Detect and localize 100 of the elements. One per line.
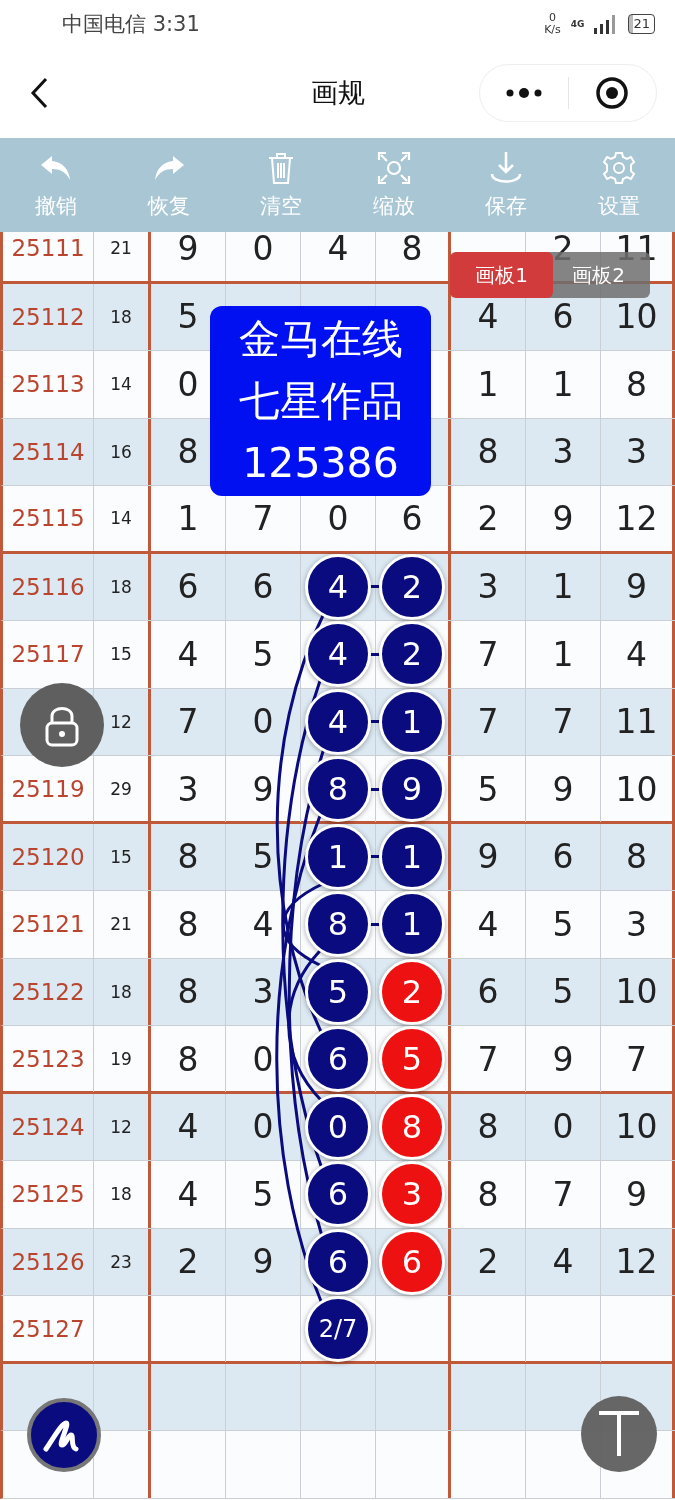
- number-cell: 3: [477, 567, 499, 607]
- number-cell: 7: [252, 498, 274, 538]
- number-ball: 6: [379, 1228, 445, 1295]
- number-cell: 0: [177, 364, 199, 404]
- number-cell: 4: [477, 297, 499, 337]
- number-cell: 3: [177, 769, 199, 809]
- number-cell: 10: [615, 297, 658, 337]
- period-number: 25117: [11, 641, 85, 668]
- number-cell: 9: [477, 837, 499, 877]
- number-cell: 2: [477, 498, 499, 538]
- banner-text: 125386: [242, 438, 399, 489]
- number-cell: 9: [177, 232, 199, 268]
- toolbar-button[interactable]: 恢复: [112, 138, 225, 232]
- number-ball: 2: [379, 621, 445, 688]
- number-cell: 6: [552, 297, 574, 337]
- number-cell: 1: [177, 498, 199, 538]
- toolbar-button[interactable]: 清空: [225, 138, 338, 232]
- period-number: 25124: [11, 1113, 85, 1140]
- period-number: 25115: [11, 505, 85, 532]
- banner-text: 金马在线: [238, 314, 403, 365]
- toolbar-button[interactable]: 保存: [450, 138, 563, 232]
- number-cell: 0: [327, 498, 349, 538]
- period-number: 25112: [11, 303, 85, 330]
- sum-value: 29: [110, 779, 132, 799]
- close-icon[interactable]: [595, 76, 630, 110]
- number-cell: 5: [177, 297, 199, 337]
- sum-value: 21: [110, 238, 132, 259]
- board-tab[interactable]: 画板1: [450, 252, 553, 298]
- number-ball: 9: [379, 756, 445, 822]
- sum-value: 14: [110, 508, 132, 529]
- number-cell: 8: [626, 837, 647, 877]
- number-cell: 8: [177, 1039, 199, 1079]
- number-cell: 9: [252, 769, 274, 809]
- number-cell: 12: [615, 1242, 658, 1282]
- number-cell: 0: [252, 1039, 274, 1079]
- number-cell: 8: [177, 837, 199, 877]
- number-cell: 2: [177, 1242, 199, 1282]
- number-cell: 8: [177, 432, 199, 472]
- number-cell: 9: [626, 1174, 647, 1214]
- sum-value: 23: [110, 1251, 132, 1272]
- sum-value: 15: [110, 846, 132, 867]
- sum-value: 18: [110, 576, 132, 597]
- number-cell: 3: [252, 972, 274, 1012]
- period-number: 25123: [11, 1046, 85, 1072]
- number-cell: 0: [252, 702, 274, 742]
- zoom-icon: [375, 150, 412, 186]
- period-number: 25114: [11, 438, 85, 465]
- toolbar-button[interactable]: 撤销: [0, 138, 113, 232]
- number-ball: 8: [379, 1093, 445, 1160]
- number-cell: 10: [615, 972, 658, 1012]
- number-cell: 7: [477, 634, 499, 674]
- number-cell: 9: [626, 567, 647, 607]
- number-ball: 5: [379, 1026, 445, 1092]
- number-cell: 4: [327, 232, 349, 268]
- toolbar-button[interactable]: 缩放: [337, 138, 450, 232]
- number-cell: 5: [252, 1174, 274, 1214]
- network-type: 4G: [570, 19, 585, 29]
- number-cell: 7: [626, 1039, 647, 1079]
- number-ball: 1: [379, 823, 445, 890]
- number-cell: 7: [552, 1174, 574, 1214]
- number-cell: 6: [252, 567, 274, 607]
- number-cell: 5: [552, 904, 574, 944]
- number-cell: 4: [177, 1107, 199, 1147]
- number-cell: 4: [252, 904, 274, 944]
- number-cell: 3: [552, 432, 574, 472]
- number-cell: 11: [615, 702, 658, 742]
- sum-value: 18: [110, 981, 132, 1002]
- t-bar-icon: [597, 1410, 641, 1458]
- number-cell: 1: [477, 364, 499, 404]
- number-ball: 3: [379, 1161, 445, 1228]
- speed-value: 0: [548, 12, 556, 24]
- number-cell: 8: [477, 432, 499, 472]
- number-cell: 8: [177, 904, 199, 944]
- sum-value: 19: [110, 1049, 132, 1069]
- number-cell: 10: [615, 1107, 658, 1147]
- number-cell: 8: [477, 1174, 499, 1214]
- number-cell: 0: [552, 1107, 574, 1147]
- number-cell: 4: [626, 634, 647, 674]
- number-cell: 4: [477, 904, 499, 944]
- number-cell: 3: [626, 432, 647, 472]
- number-ball: 6: [305, 1228, 371, 1295]
- number-cell: 1: [552, 634, 574, 674]
- banner-text: 七星作品: [238, 376, 403, 427]
- settings-icon: [600, 150, 637, 186]
- number-ball: 4: [305, 621, 371, 688]
- sum-value: 14: [110, 374, 132, 395]
- period-number: 25116: [11, 573, 85, 600]
- number-cell: 7: [477, 702, 499, 742]
- sum-value: 18: [110, 306, 132, 327]
- number-cell: 3: [626, 904, 647, 944]
- number-cell: 8: [477, 1107, 499, 1147]
- period-number: 25125: [11, 1181, 85, 1208]
- number-cell: 8: [401, 232, 423, 268]
- number-cell: 9: [552, 1039, 574, 1079]
- toolbar-button[interactable]: 设置: [562, 138, 675, 232]
- number-cell: 5: [252, 634, 274, 674]
- number-cell: 4: [552, 1242, 574, 1282]
- number-cell: 4: [177, 634, 199, 674]
- sum-value: 12: [110, 1116, 132, 1137]
- number-cell: 2: [477, 1242, 499, 1282]
